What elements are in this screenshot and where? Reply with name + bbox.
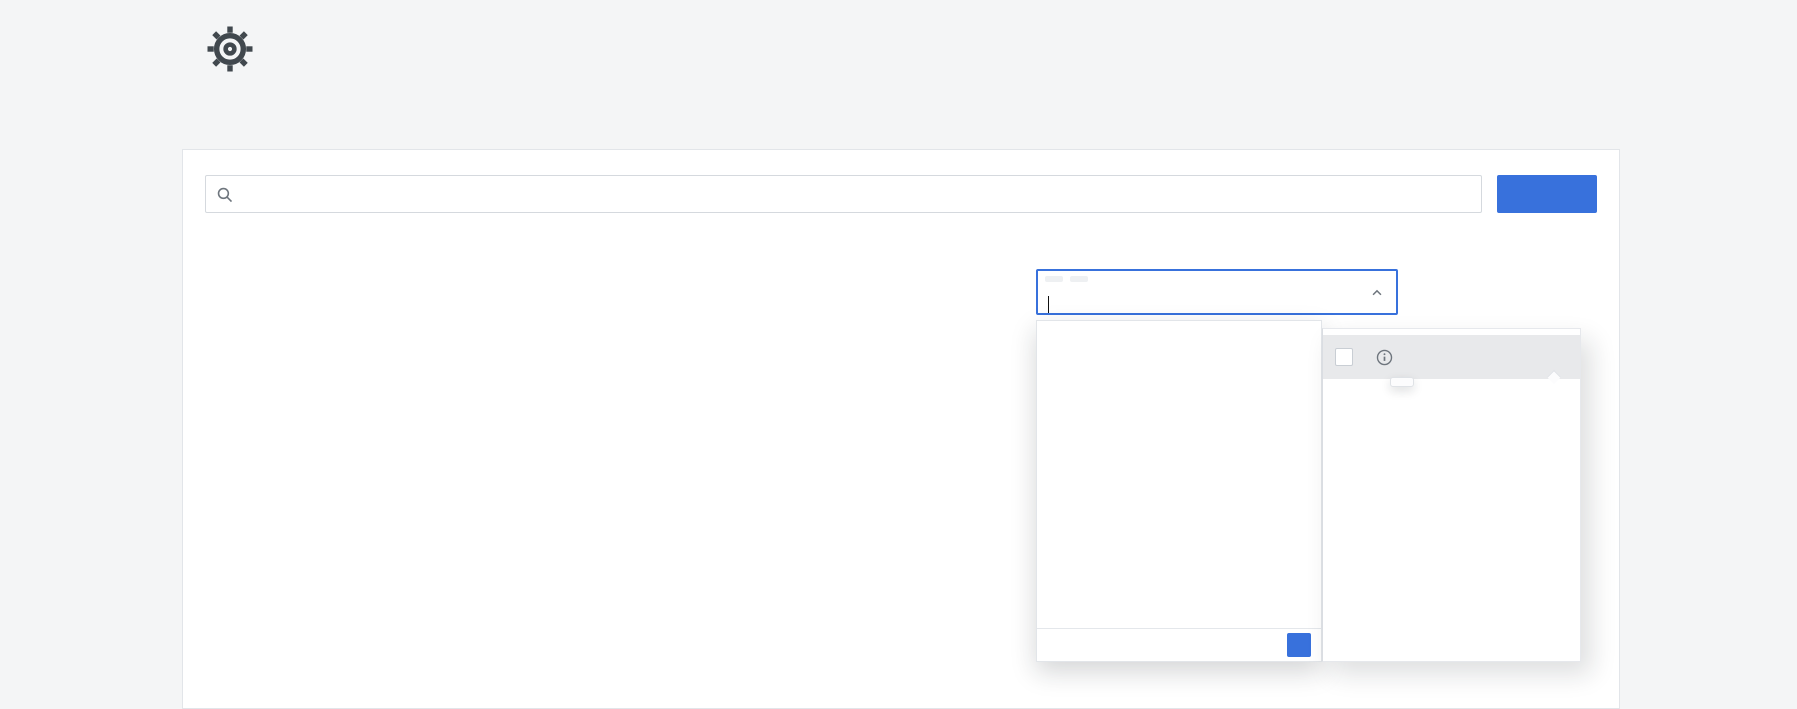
- submenu-item-application-plugins-access[interactable]: [1323, 335, 1580, 379]
- plugins-submenu: [1322, 328, 1581, 662]
- role-tag: [1070, 276, 1088, 282]
- info-tooltip: [1390, 377, 1414, 387]
- text-cursor: [1048, 296, 1049, 313]
- roles-menu-footer: [1037, 628, 1321, 661]
- search-input[interactable]: [241, 185, 1471, 203]
- checkbox-unchecked[interactable]: [1335, 348, 1353, 366]
- gear-icon: [205, 24, 255, 74]
- roles-dropdown-menu: [1036, 320, 1322, 662]
- page-header: [205, 24, 271, 74]
- roles-group-list: [1037, 321, 1321, 629]
- info-icon[interactable]: [1376, 349, 1393, 366]
- new-team-button[interactable]: [1497, 175, 1597, 213]
- roles-picker-open[interactable]: [1036, 269, 1398, 315]
- search-teams-box: [205, 175, 1482, 213]
- update-button[interactable]: [1287, 633, 1311, 657]
- chevron-up-icon[interactable]: [1370, 286, 1384, 300]
- search-icon: [216, 186, 233, 203]
- role-tag: [1045, 276, 1063, 282]
